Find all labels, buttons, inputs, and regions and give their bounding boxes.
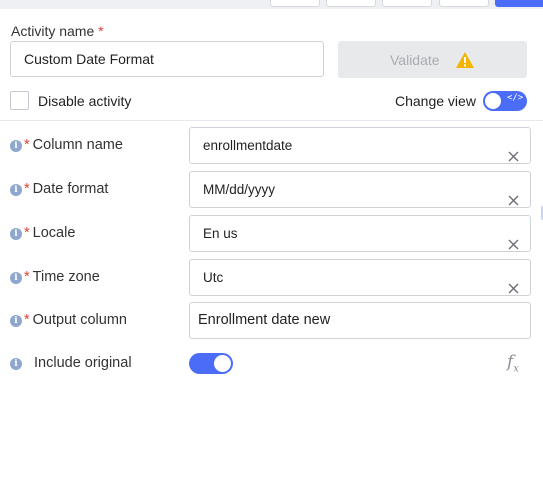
clear-icon[interactable] — [508, 184, 519, 219]
code-icon: </> — [507, 93, 524, 103]
clear-icon[interactable] — [508, 228, 519, 263]
toolbar-primary-button[interactable] — [495, 0, 543, 7]
warning-icon — [455, 51, 475, 74]
validate-button[interactable]: Validate — [338, 41, 527, 78]
date-format-label: * Date format — [24, 181, 109, 197]
disable-activity-label: Disable activity — [38, 93, 132, 109]
change-view-label: Change view — [395, 93, 476, 109]
column-name-input[interactable]: enrollmentdate — [189, 127, 531, 164]
include-original-label: Include original — [34, 355, 132, 371]
info-icon[interactable]: i — [10, 140, 22, 152]
clear-icon[interactable] — [508, 140, 519, 175]
activity-name-label: Activity name * — [11, 23, 104, 39]
section-divider — [0, 120, 543, 121]
column-name-label: * Column name — [24, 137, 123, 153]
info-icon[interactable]: i — [10, 228, 22, 240]
toolbar-button-2[interactable] — [326, 0, 376, 7]
required-mark: * — [98, 23, 104, 39]
output-column-label: * Output column — [24, 312, 127, 328]
date-format-input[interactable]: MM/dd/yyyy — [189, 171, 531, 208]
toolbar-button-4[interactable] — [439, 0, 489, 7]
info-icon[interactable]: i — [10, 272, 22, 284]
include-original-toggle[interactable] — [189, 353, 233, 374]
top-toolbar — [0, 0, 543, 9]
locale-input[interactable]: En us — [189, 215, 531, 252]
toggle-knob — [485, 93, 501, 109]
time-zone-input[interactable]: Utc — [189, 259, 531, 296]
toolbar-button-1[interactable] — [270, 0, 320, 7]
time-zone-label: * Time zone — [24, 269, 100, 285]
info-icon[interactable]: i — [10, 184, 22, 196]
disable-activity-checkbox[interactable] — [10, 91, 29, 110]
locale-label: * Locale — [24, 225, 76, 241]
toolbar-button-3[interactable] — [382, 0, 432, 7]
info-icon[interactable]: i — [10, 358, 22, 370]
validate-label: Validate — [390, 52, 440, 68]
info-icon[interactable]: i — [10, 315, 22, 327]
output-column-input[interactable]: Enrollment date new — [189, 302, 531, 339]
activity-name-input[interactable]: Custom Date Format — [10, 41, 324, 77]
function-icon[interactable]: fx — [507, 352, 519, 374]
toggle-knob — [214, 355, 231, 372]
change-view-toggle[interactable]: </> — [483, 91, 527, 111]
